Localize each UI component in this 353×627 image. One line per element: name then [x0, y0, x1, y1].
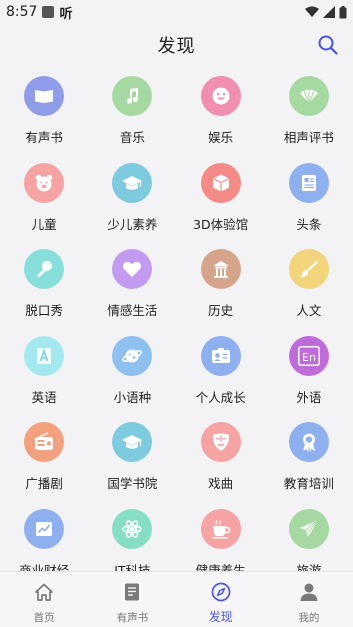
tab-label: 发现 — [208, 610, 233, 624]
atom-icon — [112, 508, 153, 549]
microphone-icon — [24, 249, 65, 289]
category-heart-9[interactable]: 情感生活 — [88, 241, 176, 328]
category-label: 脱口秀 — [25, 303, 63, 318]
graduation-cap-icon — [112, 162, 153, 203]
status-time: 8:57 — [6, 4, 38, 20]
status-left: 8:57 听 — [6, 3, 72, 22]
status-bar: 8:57 听 — [0, 0, 353, 24]
bear-icon — [24, 162, 65, 203]
chart-icon — [24, 508, 65, 549]
category-label: 戏曲 — [208, 476, 234, 491]
cube-icon — [200, 162, 241, 203]
category-label: 情感生活 — [107, 303, 158, 318]
category-cube-6[interactable]: 3D体验馆 — [177, 155, 265, 242]
category-label: 儿童 — [31, 216, 57, 232]
tab-audiobook[interactable]: 有声书 — [88, 572, 176, 627]
book-icon — [24, 76, 65, 116]
category-music-note-1[interactable]: 音乐 — [88, 68, 176, 155]
award-icon — [288, 422, 329, 462]
teacup-icon — [200, 508, 241, 549]
category-label: 国学书院 — [107, 476, 158, 491]
category-newspaper-7[interactable]: 头条 — [265, 155, 353, 242]
category-microphone-8[interactable]: 脱口秀 — [0, 241, 88, 328]
letter-a-icon — [24, 335, 65, 376]
temple-icon — [200, 249, 241, 289]
category-radio-16[interactable]: 广播剧 — [0, 414, 88, 501]
fan-icon — [288, 76, 329, 116]
app-notification-glyph: 听 — [59, 6, 73, 22]
category-grid: 有声书 音乐 娱乐 相声评书儿童 少儿素养 3D体验馆 头条脱口秀 情感生活 历史 人文英语 小语种… — [0, 68, 353, 587]
category-label: 英语 — [31, 389, 57, 405]
category-id-card-14[interactable]: 个人成长 — [177, 328, 265, 415]
battery-icon — [339, 5, 347, 18]
en-badge-icon: En — [288, 335, 329, 376]
category-label: 有声书 — [25, 130, 63, 145]
category-label: 人文 — [296, 303, 322, 318]
brush-icon — [288, 249, 329, 289]
category-smile-2[interactable]: 娱乐 — [177, 68, 265, 155]
category-label: 广播剧 — [25, 476, 63, 491]
category-planet-13[interactable]: 小语种 — [88, 328, 176, 415]
header: 发现 — [0, 24, 353, 66]
category-fan-3[interactable]: 相声评书 — [265, 68, 353, 155]
category-temple-10[interactable]: 历史 — [177, 241, 265, 328]
music-note-icon — [112, 76, 153, 116]
airplane-icon — [288, 508, 329, 549]
tab-label: 我的 — [298, 612, 320, 624]
category-label: 外语 — [296, 389, 322, 405]
bottom-tab-bar: 首页 有声书 发现 我的 — [0, 571, 353, 627]
home-icon — [33, 581, 55, 607]
tab-label: 有声书 — [116, 612, 149, 624]
radio-icon — [24, 422, 65, 462]
tab-home[interactable]: 首页 — [0, 572, 88, 627]
audiobook-icon — [121, 581, 143, 607]
category-label: 教育培训 — [283, 476, 334, 491]
graduation-cap-icon — [112, 422, 153, 462]
user-icon — [298, 581, 320, 607]
category-award-19[interactable]: 教育培训 — [265, 414, 353, 501]
signal-icon — [323, 6, 335, 18]
id-card-icon — [200, 335, 241, 376]
heart-icon — [112, 249, 153, 289]
category-letter-a-12[interactable]: 英语 — [0, 328, 88, 415]
category-book-0[interactable]: 有声书 — [0, 68, 88, 155]
category-label: 娱乐 — [208, 130, 234, 145]
tab-user[interactable]: 我的 — [265, 572, 353, 627]
category-label: 头条 — [296, 216, 322, 232]
category-label: 少儿素养 — [107, 216, 158, 232]
planet-icon — [112, 335, 153, 376]
category-label: 相声评书 — [283, 130, 334, 145]
category-graduation-cap-17[interactable]: 国学书院 — [88, 414, 176, 501]
search-icon[interactable] — [317, 34, 339, 56]
tab-label: 首页 — [33, 612, 55, 624]
category-label: 音乐 — [119, 130, 145, 145]
notification-icon — [42, 6, 55, 18]
compass-icon — [210, 581, 232, 607]
smile-icon — [200, 76, 241, 116]
status-right — [305, 5, 347, 19]
category-label: 个人成长 — [195, 389, 246, 405]
category-label: 小语种 — [113, 389, 152, 405]
tab-compass[interactable]: 发现 — [177, 572, 265, 627]
category-brush-11[interactable]: 人文 — [265, 241, 353, 328]
category-en-badge-15[interactable]: En 外语 — [265, 328, 353, 415]
svg-text:En: En — [302, 351, 316, 364]
category-label: 历史 — [208, 303, 234, 318]
category-bear-4[interactable]: 儿童 — [0, 155, 88, 242]
category-label: 3D体验馆 — [193, 216, 249, 232]
opera-mask-icon — [200, 422, 241, 462]
wifi-icon — [305, 6, 319, 17]
category-opera-mask-18[interactable]: 戏曲 — [177, 414, 265, 501]
page-title: 发现 — [157, 36, 196, 57]
newspaper-icon — [288, 162, 329, 203]
category-graduation-cap-5[interactable]: 少儿素养 — [88, 155, 176, 242]
